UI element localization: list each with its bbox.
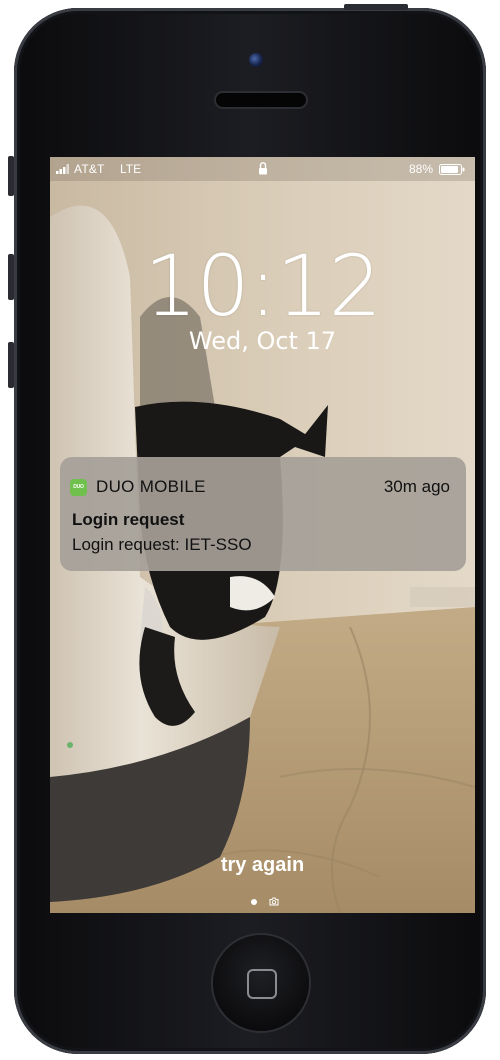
page-indicator bbox=[50, 897, 475, 907]
unlock-hint: try again bbox=[220, 854, 305, 876]
page-dot bbox=[251, 899, 257, 905]
earpiece-speaker bbox=[216, 93, 306, 107]
volume-up-button bbox=[8, 254, 14, 300]
home-button[interactable] bbox=[213, 935, 309, 1031]
volume-down-button bbox=[8, 342, 14, 388]
notification-body: Login request: IET-SSO bbox=[72, 535, 252, 554]
lock-screen-time: 10:12 bbox=[143, 237, 382, 335]
signal-bars-icon bbox=[56, 164, 69, 174]
status-bar: AT&T LTE 88% bbox=[50, 157, 475, 181]
front-camera bbox=[249, 53, 263, 67]
duo-app-icon-text: DUO bbox=[73, 484, 84, 490]
notification-timestamp: 30m ago bbox=[383, 477, 450, 496]
notification-app-name: DUO MOBILE bbox=[96, 477, 206, 496]
lock-screen: AT&T LTE 88% 10:12 Wed, Oct 17 DUO DUO M… bbox=[50, 157, 475, 913]
mute-switch bbox=[8, 156, 14, 196]
battery-percentage: 88% bbox=[408, 162, 433, 176]
lock-screen-date: Wed, Oct 17 bbox=[188, 327, 337, 355]
power-button bbox=[344, 4, 408, 10]
carrier-name: AT&T bbox=[74, 162, 105, 176]
duo-notification-card[interactable]: DUO DUO MOBILE 30m ago Login request Log… bbox=[60, 457, 466, 571]
home-square-icon bbox=[247, 969, 277, 999]
network-type: LTE bbox=[120, 162, 142, 176]
notification-title: Login request bbox=[72, 510, 185, 529]
battery-icon bbox=[439, 164, 465, 175]
lock-icon bbox=[259, 162, 267, 175]
duo-app-icon: DUO bbox=[70, 479, 87, 496]
camera-page-icon bbox=[269, 897, 279, 906]
